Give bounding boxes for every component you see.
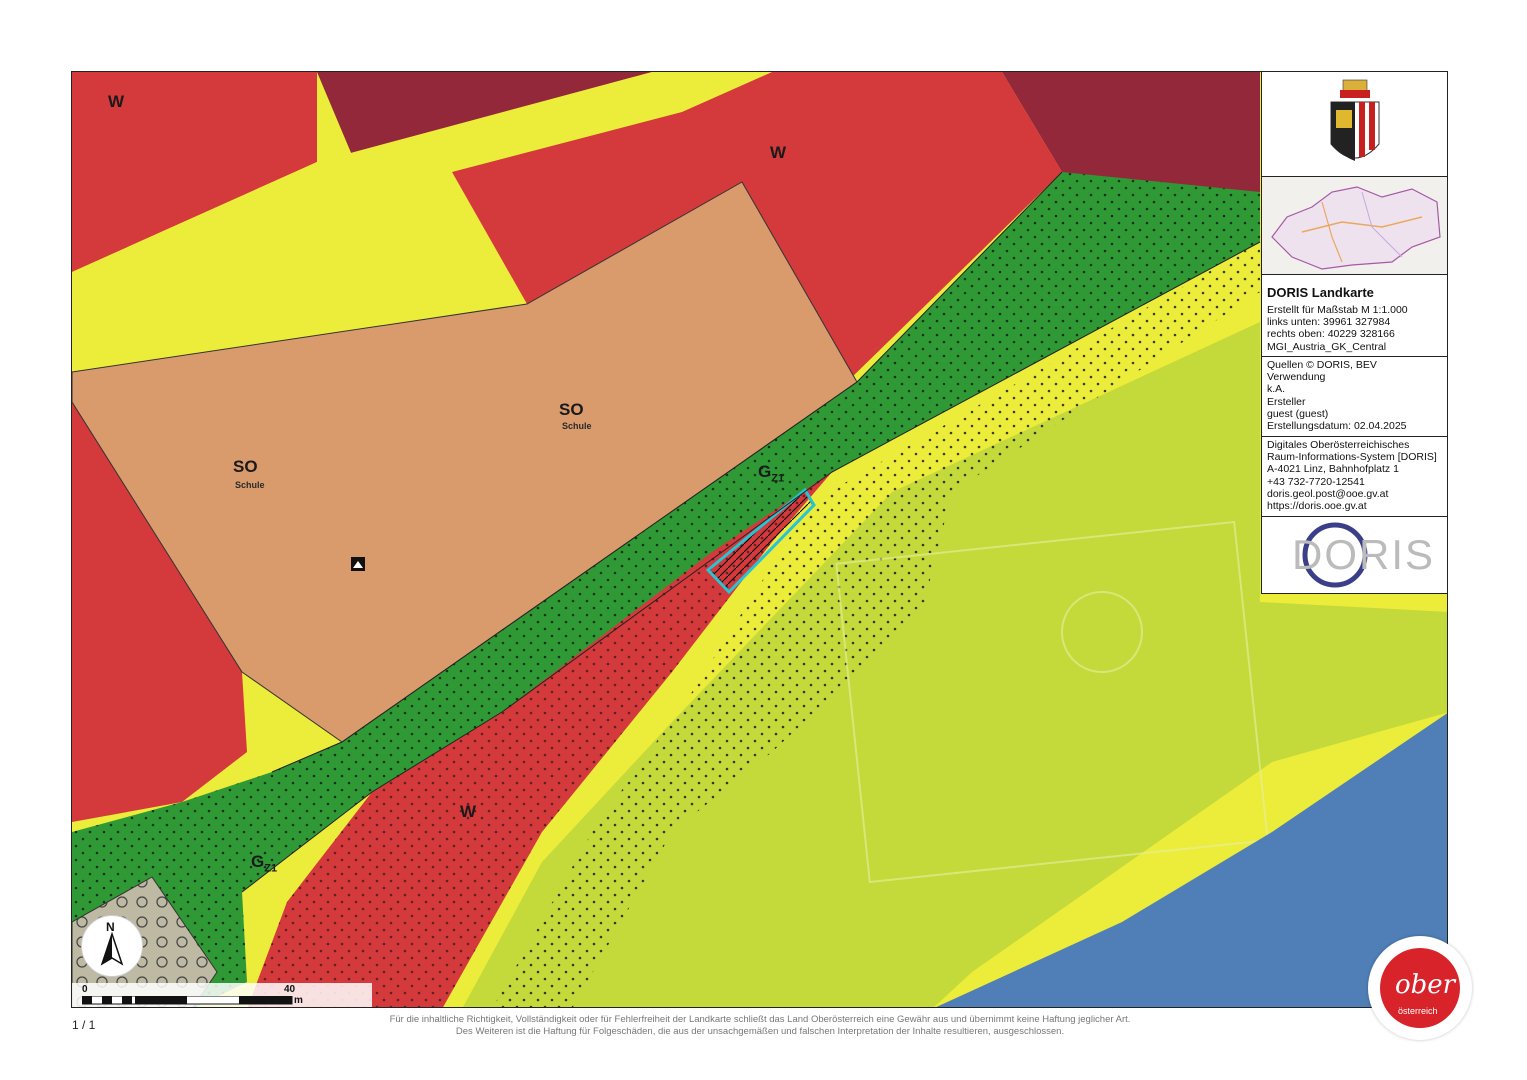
zone-label-so: SO xyxy=(233,457,258,476)
oesterreich-logo-text: österreich xyxy=(1398,1006,1438,1016)
meta-section: Quellen © DORIS, BEV Verwendung k.A. Ers… xyxy=(1262,357,1447,437)
scale-line: rechts oben: 40229 328166 xyxy=(1267,328,1395,341)
contact-email[interactable]: doris.geol.post@ooe.gv.at xyxy=(1262,488,1447,500)
contact-url[interactable]: https://doris.ooe.gv.at xyxy=(1262,500,1447,512)
overview-map-section xyxy=(1262,177,1447,275)
zone-label-w: W xyxy=(460,802,477,821)
map-canvas[interactable]: W W SO Schule SO Schule W GZ1 GZ1 xyxy=(71,71,1448,1008)
north-arrow-icon xyxy=(100,931,124,966)
info-panel: DORIS Landkarte Erstellt für Maßstab M 1… xyxy=(1261,71,1448,594)
contact-line: Raum-Informations-System [DORIS] xyxy=(1267,451,1437,464)
meta-line: Ersteller xyxy=(1267,395,1306,408)
zone-sub-label: Schule xyxy=(235,480,265,490)
meta-line: Verwendung xyxy=(1267,371,1326,384)
doris-logo-section: DORIS xyxy=(1262,517,1447,593)
meta-line: Quellen © DORIS, BEV xyxy=(1267,359,1377,371)
scale-bar: 0 40 m xyxy=(72,983,372,1007)
overview-map-icon xyxy=(1271,186,1441,270)
disclaimer-line: Für die inhaltliche Richtigkeit, Vollstä… xyxy=(389,1014,1131,1025)
title-section: DORIS Landkarte Erstellt für Maßstab M 1… xyxy=(1262,275,1447,357)
zone-sub-label: Schule xyxy=(562,421,592,431)
page-number: 1 / 1 xyxy=(72,1018,96,1032)
meta-line: k.A. xyxy=(1267,383,1286,396)
meta-line: Erstellungsdatum: 02.04.2025 xyxy=(1267,420,1407,433)
gz-label: GZ1 xyxy=(758,462,785,485)
zone-label-w: W xyxy=(108,92,125,111)
contact-line: A-4021 Linz, Bahnhofplatz 1 xyxy=(1267,463,1399,476)
doris-logo-text: DORIS xyxy=(1292,531,1436,578)
oberoesterreich-logo: ober österreich xyxy=(1368,936,1472,1040)
scale-end-label: 40 xyxy=(284,984,296,995)
scale-bar-graphic xyxy=(82,996,293,1005)
coat-of-arms-icon xyxy=(1330,79,1380,161)
zoning-map[interactable] xyxy=(72,72,1448,1008)
gz-label: GZ1 xyxy=(251,852,278,875)
coat-of-arms-section xyxy=(1262,72,1447,177)
panel-title: DORIS Landkarte xyxy=(1267,285,1374,300)
scale-line: Erstellt für Maßstab M 1:1.000 xyxy=(1267,304,1408,316)
disclaimer-line: Des Weiteren ist die Haftung für Folgesc… xyxy=(455,1026,1065,1037)
disclaimer: Für die inhaltliche Richtigkeit, Vollstä… xyxy=(300,1014,1220,1038)
scale-start-label: 0 xyxy=(82,984,88,995)
contact-section: Digitales Oberösterreichisches Raum-Info… xyxy=(1262,437,1447,517)
scale-line: MGI_Austria_GK_Central xyxy=(1267,340,1387,353)
ober-logo-text: ober xyxy=(1395,970,1456,1000)
scale-line: links unten: 39961 327984 xyxy=(1267,316,1391,329)
contact-line: Digitales Oberösterreichisches xyxy=(1267,439,1410,451)
meta-line: guest (guest) xyxy=(1267,407,1329,420)
zone-label-so: SO xyxy=(559,400,584,419)
north-arrow: N xyxy=(81,915,143,977)
contact-line: +43 732-7720-12541 xyxy=(1267,475,1365,488)
zone-label-w: W xyxy=(770,143,787,162)
